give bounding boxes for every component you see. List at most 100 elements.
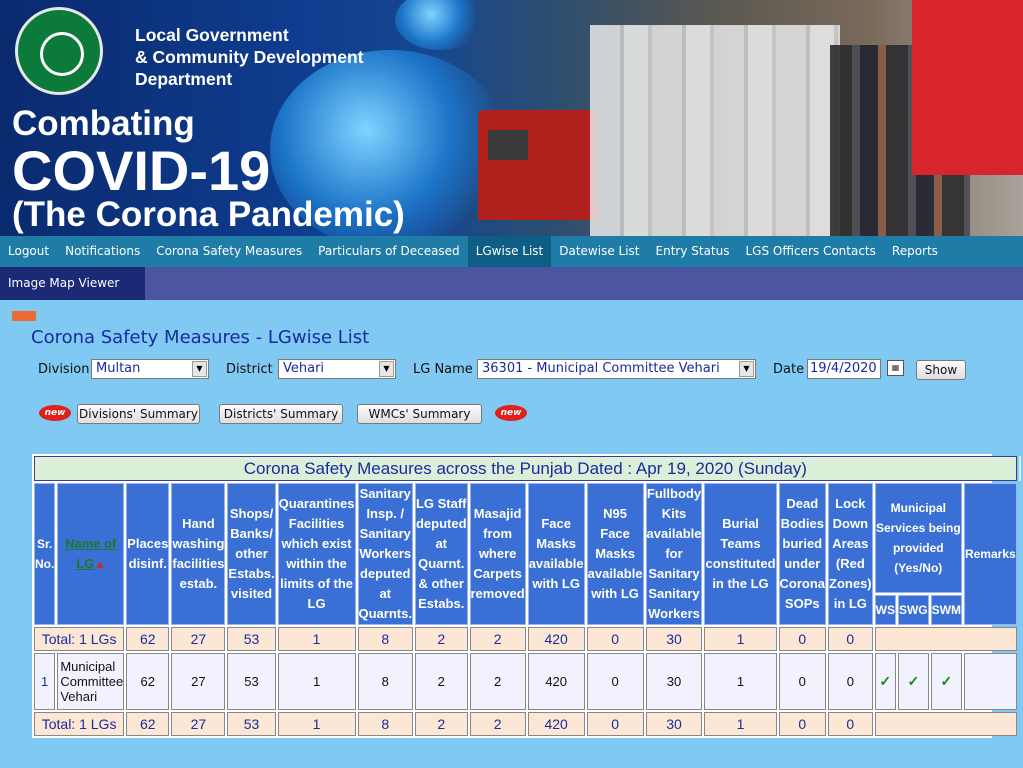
swg-check-icon: ✓ [897,653,929,710]
total-masajid: 2 [469,712,526,736]
lg-name-select[interactable]: 36301 - Municipal Committee Vehari ▼ [477,359,756,379]
col-fullbody: Fullbody Kits available for Sanitary San… [645,483,703,625]
districts-summary-button[interactable]: Districts' Summary [219,404,343,424]
col-swm: SWM [930,595,962,625]
sort-name-link[interactable]: Name of LG [65,536,116,571]
table-row: 1 Municipal Committee Vehari 62 27 53 1 … [34,653,1021,710]
table-caption-row: Corona Safety Measures across the Punjab… [34,456,1021,481]
total-row-bottom: Total: 1 LGs 62 27 53 1 8 2 2 420 0 30 1… [34,712,1021,736]
total-quarantines: 1 [277,627,356,651]
total-fullbody: 30 [645,712,703,736]
total-sanitary: 8 [357,712,413,736]
dept-line-1: Local Government [135,25,289,45]
total-fullbody: 30 [645,627,703,651]
nav-corona-safety-measures[interactable]: Corona Safety Measures [148,236,310,267]
total-face: 420 [527,627,585,651]
col-sr: Sr. No. [34,483,56,625]
total-blank [874,712,1017,736]
calendar-icon[interactable]: ▦ [887,360,904,376]
header-row: Sr. No. Name of LG▲ Places disinf. Hand … [34,483,1021,625]
col-sanitary: Sanitary Insp. / Sanitary Workers depute… [357,483,413,625]
nav-particulars-of-deceased[interactable]: Particulars of Deceased [310,236,468,267]
sort-arrow-icon: ▲ [94,558,106,571]
fire-truck-photo [478,110,598,220]
nav-logout[interactable]: Logout [0,236,57,267]
row-dead: 0 [778,653,827,710]
row-n95: 0 [586,653,644,710]
col-name[interactable]: Name of LG▲ [57,483,125,625]
total-burial: 1 [704,712,777,736]
total-label: Total: 1 LGs [34,627,125,651]
total-blank [874,627,1017,651]
headline-pandemic: (The Corona Pandemic) [12,195,405,234]
total-sanitary: 8 [357,627,413,651]
nav-lgwise-list[interactable]: LGwise List [467,236,552,267]
nav-notifications[interactable]: Notifications [57,236,148,267]
page-title: Corona Safety Measures - LGwise List [31,327,370,348]
nav-datewise-list[interactable]: Datewise List [551,236,647,267]
total-shops: 53 [227,627,276,651]
workers-photo [590,25,840,236]
new-badge-icon: new [495,405,527,421]
lg-name-value: 36301 - Municipal Committee Vehari [482,361,720,376]
col-places: Places disinf. [126,483,170,625]
col-burial: Burial Teams constituted in the LG [704,483,777,625]
row-quarantines: 1 [277,653,356,710]
col-remarks: Remarks [963,483,1017,625]
total-n95: 0 [586,712,644,736]
nav-reports[interactable]: Reports [884,236,946,267]
total-face: 420 [527,712,585,736]
col-n95: N95 Face Masks available with LG [586,483,644,625]
main-nav: Logout Notifications Corona Safety Measu… [0,236,1023,267]
col-shops: Shops/ Banks/ other Estabs. visited [227,483,276,625]
total-lgstaff: 2 [414,712,468,736]
total-places: 62 [126,627,170,651]
row-sanitary: 8 [357,653,413,710]
row-shops: 53 [227,653,276,710]
col-hand: Hand washing facilities estab. [171,483,226,625]
headline-covid: COVID-19 [12,139,271,202]
wmcs-summary-button[interactable]: WMCs' Summary [357,404,482,424]
division-select[interactable]: Multan ▼ [91,359,209,379]
division-label: Division [38,362,90,377]
row-places: 62 [126,653,170,710]
image-map-viewer-label: Image Map Viewer [8,276,120,290]
total-dead: 0 [778,627,827,651]
district-value: Vehari [283,361,325,376]
total-row-top: Total: 1 LGs 62 27 53 1 8 2 2 420 0 30 1… [34,627,1021,651]
col-dead: Dead Bodies buried under Corona SOPs [778,483,827,625]
row-sr: 1 [34,653,56,710]
row-lgstaff: 2 [414,653,468,710]
division-value: Multan [96,361,141,376]
col-quarantines: Quarantines Facilities which exist withi… [277,483,356,625]
total-dead: 0 [778,712,827,736]
new-badge-icon: new [39,405,71,421]
sub-nav: Image Map Viewer [0,267,1023,321]
col-lockdown: Lock Down Areas (Red Zones) in LG [828,483,873,625]
row-masajid: 2 [469,653,526,710]
row-fullbody: 30 [645,653,703,710]
divisions-summary-button[interactable]: Divisions' Summary [77,404,200,424]
total-hand: 27 [171,712,226,736]
col-ws: WS [874,595,896,625]
nav-lgs-officers-contacts[interactable]: LGS Officers Contacts [738,236,884,267]
district-select[interactable]: Vehari ▼ [278,359,396,379]
total-lockdown: 0 [828,712,873,736]
virus-graphic-small [395,0,485,50]
date-input[interactable]: 19/4/2020 [807,359,881,379]
total-places: 62 [126,712,170,736]
nav-entry-status[interactable]: Entry Status [648,236,738,267]
col-lgstaff: LG Staff deputed at Quarnt. & other Esta… [414,483,468,625]
dept-line-3: Department [135,69,233,89]
row-lockdown: 0 [828,653,873,710]
total-hand: 27 [171,627,226,651]
col-municipal: Municipal Services being provided (Yes/N… [874,483,962,594]
date-label: Date [773,362,805,377]
total-lgstaff: 2 [414,627,468,651]
safety-measures-table: Corona Safety Measures across the Punjab… [32,454,1021,738]
show-button[interactable]: Show [916,360,966,380]
map-flag-icon [12,311,36,321]
table-caption: Corona Safety Measures across the Punjab… [34,456,1017,481]
header-banner: Local Government & Community Development… [0,0,1023,236]
image-map-viewer-link[interactable]: Image Map Viewer [0,267,145,321]
